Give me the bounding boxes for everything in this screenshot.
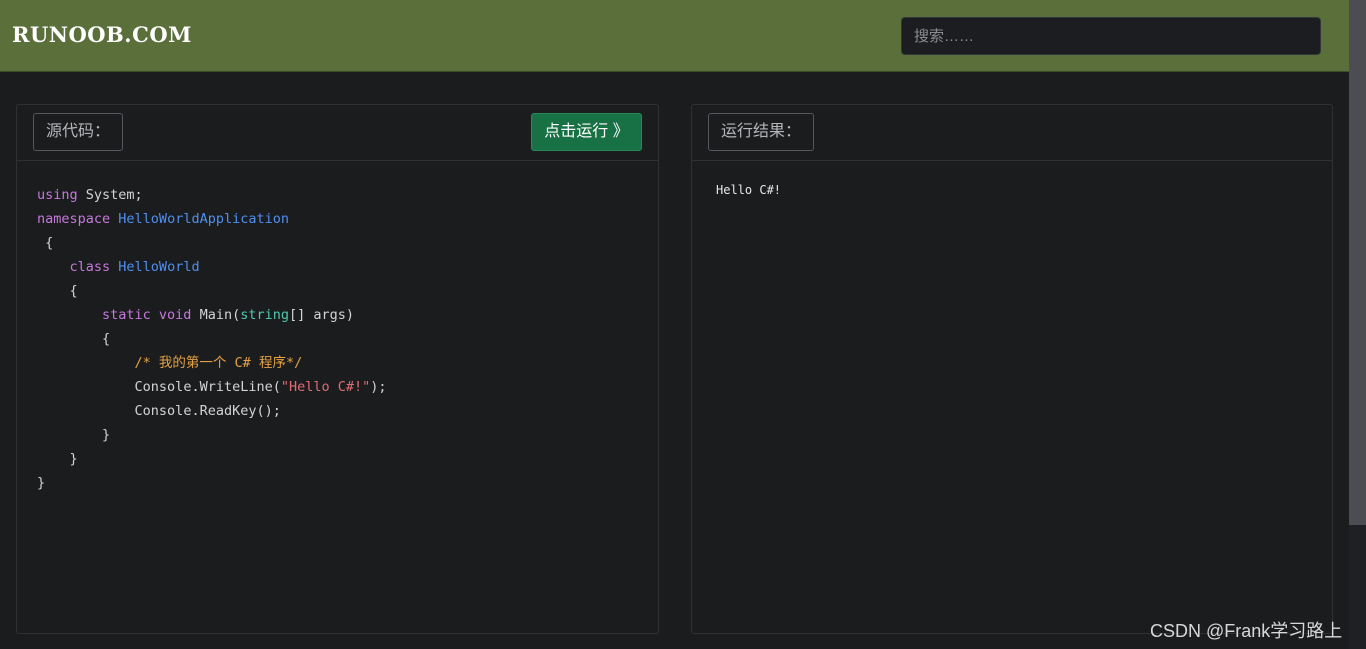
result-label: 运行结果：: [708, 113, 815, 151]
code-line: Console.WriteLine("Hello C#!");: [134, 379, 387, 395]
code-line: /* 我的第一个 C# 程序*/: [134, 355, 303, 371]
csdn-watermark: CSDN @Frank学习路上: [1150, 621, 1343, 641]
source-code-label: 源代码：: [33, 113, 124, 151]
top-navbar: RUNOOB.COM: [0, 0, 1349, 72]
code-editor[interactable]: using System; namespace HelloWorldApplic…: [37, 183, 387, 495]
code-line: {: [69, 283, 78, 299]
code-line: using System;: [37, 187, 143, 203]
search-input[interactable]: [901, 17, 1321, 55]
run-button[interactable]: 点击运行 》: [531, 113, 642, 151]
result-panel: 运行结果： Hello C#!: [691, 104, 1333, 634]
code-line: }: [69, 451, 78, 467]
code-line: {: [45, 235, 54, 251]
run-output: Hello C#!: [716, 183, 782, 197]
page-scrollbar[interactable]: [1349, 0, 1366, 649]
result-panel-header: 运行结果：: [692, 105, 1332, 161]
site-logo[interactable]: RUNOOB.COM: [12, 22, 192, 47]
code-line: Console.ReadKey();: [134, 403, 281, 419]
source-panel-header: 源代码： 点击运行 》: [17, 105, 658, 161]
source-code-panel: 源代码： 点击运行 》 using System; namespace Hell…: [16, 104, 659, 634]
code-line: static void Main(string[] args): [102, 307, 355, 323]
code-line: {: [102, 331, 111, 347]
scrollbar-thumb[interactable]: [1349, 0, 1366, 525]
code-line: }: [37, 475, 46, 491]
code-line: class HelloWorld: [69, 259, 200, 275]
code-line: }: [102, 427, 111, 443]
code-line: namespace HelloWorldApplication: [37, 211, 289, 227]
